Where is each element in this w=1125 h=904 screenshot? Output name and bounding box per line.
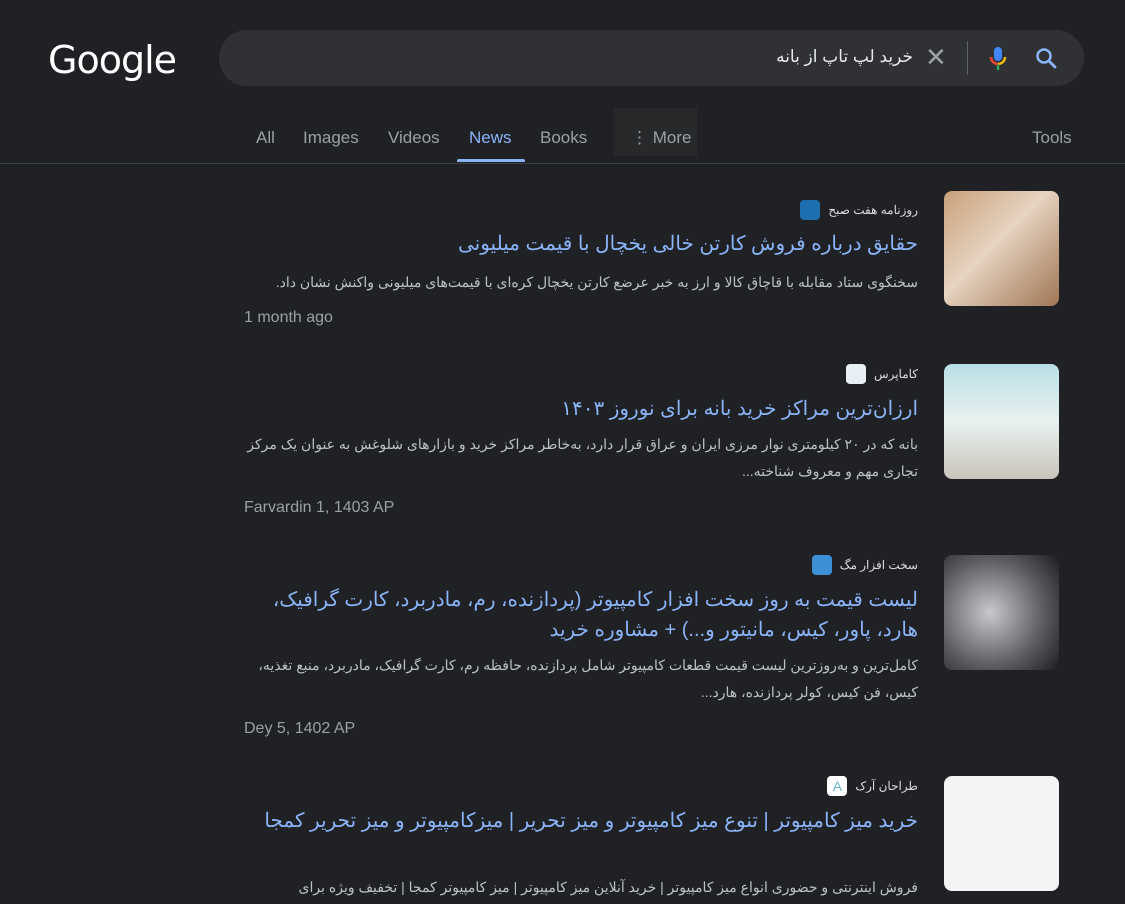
source-name: سخت افزار مگ: [839, 558, 918, 572]
result-date: 1 month ago: [244, 309, 333, 326]
source-favicon: [845, 364, 866, 384]
result-snippet: فروش اینترنتی و حضوری انواع میز کامپیوتر…: [298, 879, 918, 895]
result-snippet: سخنگوی ستاد مقابله با قاچاق کالا و ارز ب…: [275, 274, 918, 290]
source-name: کاماپرس: [873, 367, 918, 381]
source-favicon: [800, 200, 821, 220]
result-thumbnail[interactable]: [944, 555, 1059, 670]
tab-videos[interactable]: Videos: [388, 128, 440, 148]
source-name: روزنامه هفت صبح: [828, 203, 918, 217]
more-dots-icon: ⋮: [631, 128, 648, 147]
tab-books[interactable]: Books: [540, 128, 587, 148]
result-thumbnail[interactable]: [944, 364, 1059, 479]
google-logo[interactable]: Google: [48, 38, 177, 82]
header-divider: [0, 163, 1125, 164]
microphone-icon[interactable]: [989, 46, 1007, 72]
result-date: Dey 5, 1402 AP: [244, 720, 356, 737]
result-snippet: بانه که در ۲۰ کیلومتری نوار مرزی ایران و…: [247, 436, 918, 479]
tab-more[interactable]: ⋮ More: [631, 128, 691, 148]
result-source: سخت افزار مگ: [811, 555, 918, 575]
tab-images[interactable]: Images: [303, 128, 359, 148]
result-title[interactable]: ارزان‌ترین مراکز خرید بانه برای نوروز ۱۴…: [244, 394, 918, 424]
source-favicon: [811, 555, 832, 575]
source-name: طراحان آرک: [855, 779, 918, 793]
tab-more-label: More: [652, 128, 692, 147]
tab-news[interactable]: News: [469, 128, 512, 148]
search-input[interactable]: خرید لپ تاپ از بانه: [776, 47, 913, 67]
result-source: کاماپرس: [845, 364, 918, 384]
result-title[interactable]: حقایق درباره فروش کارتن خالی یخچال با قی…: [244, 229, 918, 259]
source-favicon: A: [827, 776, 848, 796]
active-tab-indicator: [457, 159, 525, 162]
tools-button[interactable]: Tools: [1032, 128, 1072, 148]
search-bar[interactable]: خرید لپ تاپ از بانه ✕: [219, 30, 1084, 86]
divider: [967, 41, 968, 75]
result-source: A طراحان آرک: [827, 776, 918, 796]
clear-icon[interactable]: ✕: [925, 44, 947, 70]
search-icon[interactable]: [1034, 46, 1058, 70]
tab-all[interactable]: All: [256, 128, 275, 148]
result-date: Farvardin 1, 1403 AP: [244, 499, 395, 516]
result-title[interactable]: لیست قیمت به روز سخت افزار کامپیوتر (پرد…: [244, 585, 918, 645]
search-tabs: All Images Videos News Books ⋮ More Tool…: [0, 108, 1125, 163]
result-thumbnail[interactable]: [944, 191, 1059, 306]
result-title[interactable]: خرید میز کامپیوتر | تنوع میز کامپیوتر و …: [244, 806, 918, 836]
result-source: روزنامه هفت صبح: [800, 200, 918, 220]
result-thumbnail[interactable]: [944, 776, 1059, 891]
result-snippet: کامل‌ترین و به‌روزترین لیست قیمت قطعات ک…: [258, 657, 918, 700]
